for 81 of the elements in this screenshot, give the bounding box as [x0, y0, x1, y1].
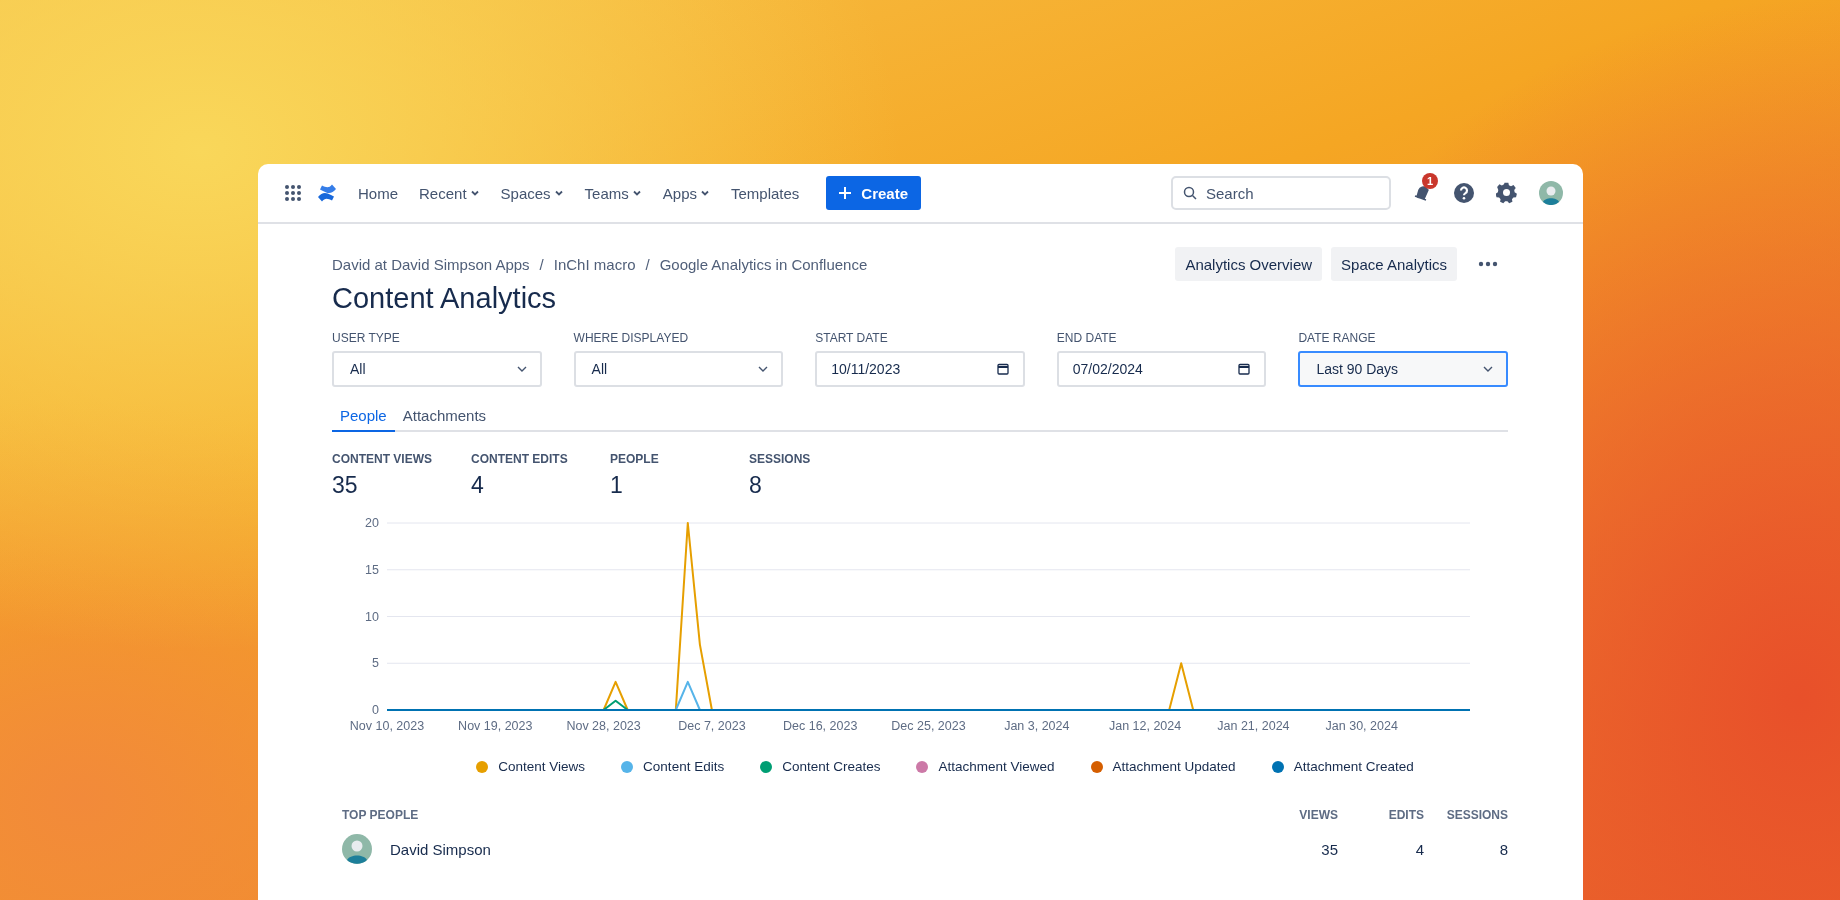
user-avatar: [342, 834, 372, 864]
date-field[interactable]: 07/02/2024: [1056, 351, 1267, 387]
legend-label[interactable]: Content Creates: [782, 759, 881, 774]
breadcrumb-link[interactable]: InChI macro: [553, 255, 636, 273]
search-field[interactable]: Search: [1171, 176, 1391, 210]
tab[interactable]: People: [332, 401, 395, 432]
nav-menu-item[interactable]: Spaces: [500, 184, 564, 202]
table-cell-text: 35: [1320, 840, 1338, 858]
stat-label: SESSIONS: [749, 452, 812, 466]
notification-count-badge: 1: [1422, 173, 1438, 189]
x-axis-label: Dec 25, 2023: [891, 719, 966, 733]
calendar-icon[interactable]: [1238, 363, 1251, 375]
create-button[interactable]: Create: [826, 176, 922, 210]
nav-menu-item[interactable]: Home: [358, 184, 398, 202]
y-axis-label: 5: [372, 656, 379, 671]
breadcrumb-separator: /: [539, 255, 544, 273]
page-title: Content Analytics: [332, 281, 558, 315]
x-axis-label: Nov 19, 2023: [458, 719, 533, 733]
person-name[interactable]: David Simpson: [390, 840, 491, 858]
help-icon[interactable]: [1453, 182, 1475, 204]
filter-label: END DATE: [1056, 331, 1118, 345]
stat-value: 4: [471, 472, 485, 499]
legend-label[interactable]: Content Edits: [643, 759, 725, 774]
y-axis-label: 0: [372, 703, 379, 717]
chevron-down-icon: [469, 188, 480, 198]
chevron-down-icon: [553, 188, 564, 198]
breadcrumb-separator: /: [645, 255, 650, 273]
date-field[interactable]: 10/11/2023: [815, 351, 1025, 387]
legend-label[interactable]: Attachment Updated: [1112, 759, 1236, 774]
search-icon: [1183, 186, 1197, 200]
x-axis-label: Nov 10, 2023: [349, 719, 425, 733]
filter-label: START DATE: [815, 331, 889, 345]
legend-label[interactable]: Content Views: [498, 759, 586, 774]
x-axis-label: Jan 30, 2024: [1325, 719, 1398, 733]
filter-label: WHERE DISPLAYED: [573, 331, 690, 345]
x-axis-label: Dec 7, 2023: [678, 719, 746, 733]
x-axis-label: Nov 28, 2023: [566, 719, 641, 733]
filter-label: DATE RANGE: [1298, 331, 1377, 345]
stat-value: 8: [749, 472, 763, 499]
breadcrumb-link[interactable]: David at David Simpson Apps: [332, 255, 530, 273]
stat-label: PEOPLE: [610, 452, 660, 466]
dropdown-select[interactable]: Last 90 Days: [1298, 351, 1508, 387]
plus-icon: [838, 186, 853, 200]
calendar-icon[interactable]: [996, 363, 1009, 375]
more-options-icon[interactable]: [1478, 261, 1498, 267]
chevron-down-icon: [631, 188, 642, 198]
x-axis-label: Jan 3, 2024: [1004, 719, 1070, 733]
stat-label: CONTENT EDITS: [471, 452, 569, 466]
analytics-button[interactable]: Analytics Overview: [1175, 247, 1323, 281]
x-axis-label: Jan 21, 2024: [1217, 719, 1290, 733]
app-switcher-icon[interactable]: [284, 184, 302, 202]
filter-label: USER TYPE: [332, 331, 401, 345]
table-cell-text: 4: [1414, 840, 1424, 858]
column-header: EDITS: [1387, 808, 1424, 822]
dropdown-select[interactable]: All: [573, 351, 784, 387]
y-axis-label: 20: [365, 516, 379, 530]
column-header: TOP PEOPLE: [342, 808, 420, 822]
stat-value: 35: [332, 472, 359, 499]
user-avatar[interactable]: [1539, 181, 1563, 205]
nav-menu-item[interactable]: Apps: [662, 184, 710, 202]
x-axis-label: Dec 16, 2023: [783, 719, 858, 733]
x-axis-label: Jan 12, 2024: [1108, 719, 1182, 733]
stat-value: 1: [610, 472, 624, 499]
nav-menu-item[interactable]: Recent: [419, 184, 480, 202]
breadcrumb-link[interactable]: Google Analytics in Confluence: [659, 255, 868, 273]
settings-icon[interactable]: [1496, 182, 1518, 204]
column-header: SESSIONS: [1445, 808, 1508, 822]
stat-label: CONTENT VIEWS: [332, 452, 433, 466]
logo-icon[interactable]: [316, 182, 338, 204]
nav-menu-item[interactable]: Teams: [584, 184, 642, 202]
legend-label[interactable]: Attachment Created: [1293, 759, 1414, 774]
y-axis-label: 15: [365, 562, 379, 577]
nav-menu-item[interactable]: Templates: [731, 184, 800, 202]
y-axis-label: 10: [365, 609, 379, 624]
dropdown-select[interactable]: All: [332, 351, 542, 387]
tab[interactable]: Attachments: [394, 401, 495, 432]
analytics-button[interactable]: Space Analytics: [1331, 247, 1457, 281]
legend-label[interactable]: Attachment Viewed: [938, 759, 1055, 774]
column-header: VIEWS: [1298, 808, 1338, 822]
chevron-down-icon: [700, 188, 710, 198]
table-cell-text: 8: [1498, 840, 1508, 858]
